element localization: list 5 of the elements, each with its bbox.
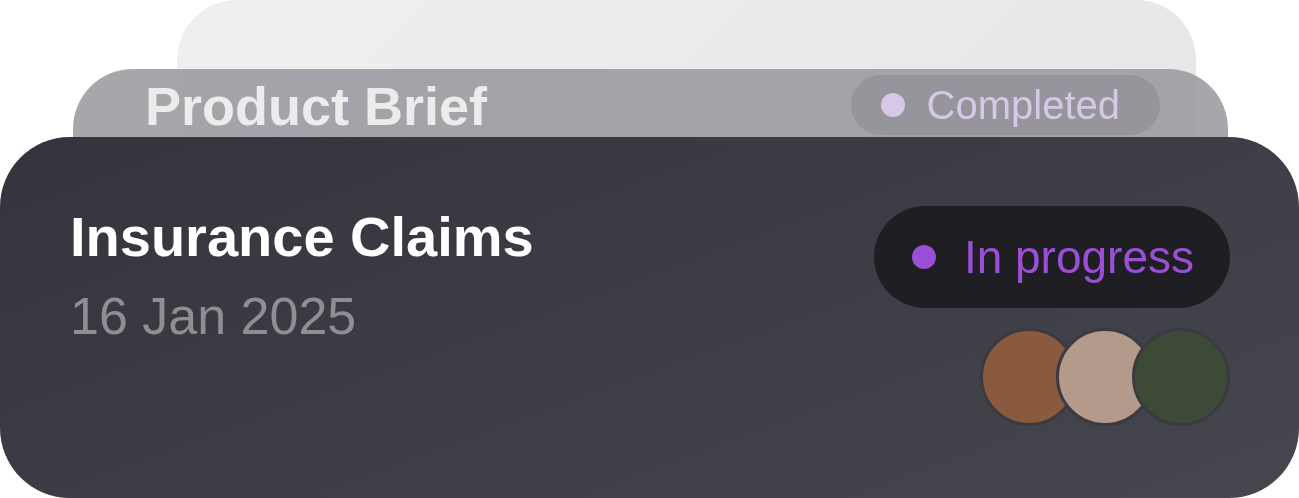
- card-date: 16 Jan 2025: [70, 287, 358, 345]
- status-label: Completed: [926, 82, 1120, 128]
- card-title: Product Brief: [145, 79, 488, 133]
- card-title: Insurance Claims: [70, 206, 534, 268]
- status-label: In progress: [963, 230, 1194, 284]
